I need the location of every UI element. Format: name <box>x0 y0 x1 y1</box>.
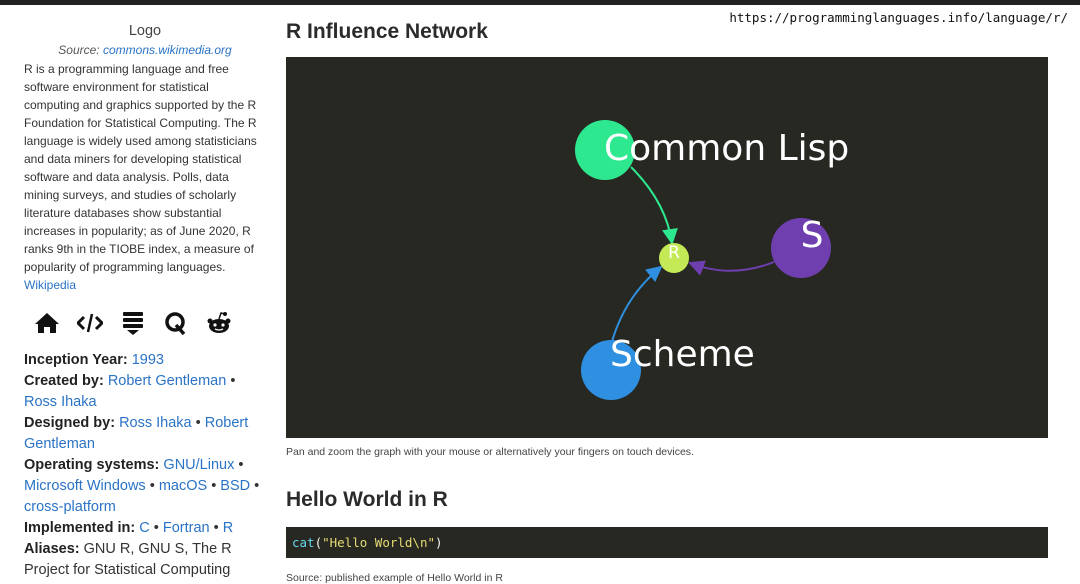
impl-link[interactable]: Fortran <box>163 520 210 536</box>
designer-link[interactable]: Ross Ihaka <box>119 415 192 431</box>
os-link[interactable]: BSD <box>220 478 250 494</box>
os-link[interactable]: cross-platform <box>24 499 116 515</box>
reddit-icon[interactable] <box>204 310 233 336</box>
separator: • <box>230 373 236 389</box>
home-icon[interactable] <box>32 310 61 336</box>
os-link[interactable]: GNU/Linux <box>163 457 234 473</box>
impl-link[interactable]: R <box>223 520 233 536</box>
top-bar <box>0 0 1080 5</box>
fact-label: Aliases: <box>24 541 80 557</box>
node-label-s: S <box>801 215 824 256</box>
separator: • <box>211 478 217 494</box>
language-facts: Inception Year: 1993 Created by: Robert … <box>24 350 266 581</box>
separator: • <box>195 415 201 431</box>
node-label-r: R <box>668 243 680 263</box>
os-link[interactable]: macOS <box>159 478 207 494</box>
main-content: R Influence Network Common Lisp R S Sche… <box>286 18 1048 584</box>
fact-operating-systems: Operating systems: GNU/Linux • Microsoft… <box>24 455 266 518</box>
quora-icon[interactable] <box>161 310 190 336</box>
fact-label: Designed by: <box>24 415 116 431</box>
node-label-common-lisp: Common Lisp <box>604 128 849 169</box>
hello-world-heading: Hello World in R <box>286 488 448 511</box>
separator: • <box>238 457 244 473</box>
impl-link[interactable]: C <box>139 520 149 536</box>
code-icon[interactable] <box>75 310 104 336</box>
language-description: R is a programming language and free sof… <box>24 60 266 294</box>
fact-label: Implemented in: <box>24 520 136 536</box>
separator: • <box>213 520 219 536</box>
code-block: cat("Hello World\n") <box>286 527 1048 558</box>
code-paren-close: ) <box>435 535 443 550</box>
fact-label: Created by: <box>24 373 104 389</box>
logo-source: Source: commons.wikimedia.org <box>24 43 266 57</box>
graph-canvas[interactable]: Common Lisp R S Scheme <box>286 57 1048 438</box>
creator-link[interactable]: Robert Gentleman <box>108 373 226 389</box>
logo: Logo <box>128 23 162 39</box>
fact-inception: Inception Year: 1993 <box>24 350 266 371</box>
edge-common-lisp-r <box>630 166 678 245</box>
code-function: cat <box>292 535 315 550</box>
source-link[interactable]: commons.wikimedia.org <box>103 43 232 57</box>
code-string: "Hello World\n" <box>322 535 435 550</box>
separator: • <box>149 478 155 494</box>
fact-implemented-in: Implemented in: C • Fortran • R <box>24 518 266 539</box>
edge-s-r <box>688 260 775 276</box>
graph-caption: Pan and zoom the graph with your mouse o… <box>286 446 694 458</box>
influence-graph[interactable]: Common Lisp R S Scheme <box>286 57 1048 438</box>
source-prefix: Source: <box>58 43 100 57</box>
os-link[interactable]: Microsoft Windows <box>24 478 146 494</box>
fact-designed-by: Designed by: Ross Ihaka • Robert Gentlem… <box>24 413 266 455</box>
separator: • <box>153 520 159 536</box>
code-source-note: Source: published example of Hello World… <box>286 572 503 584</box>
fact-label: Inception Year: <box>24 352 128 368</box>
page-title: R Influence Network <box>286 20 488 43</box>
stack-icon[interactable] <box>118 310 147 336</box>
external-links <box>32 308 266 338</box>
node-label-scheme: Scheme <box>610 334 755 375</box>
wikipedia-link[interactable]: Wikipedia <box>24 278 76 292</box>
fact-aliases: Aliases: GNU R, GNU S, The R Project for… <box>24 539 266 581</box>
fact-created-by: Created by: Robert Gentleman • Ross Ihak… <box>24 371 266 413</box>
separator: • <box>254 478 260 494</box>
fact-label: Operating systems: <box>24 457 160 473</box>
inception-link[interactable]: 1993 <box>132 352 164 368</box>
sidebar: Logo Source: commons.wikimedia.org R is … <box>24 22 266 581</box>
creator-link[interactable]: Ross Ihaka <box>24 394 97 410</box>
description-text: R is a programming language and free sof… <box>24 62 257 274</box>
code-paren-open: ( <box>314 535 323 550</box>
